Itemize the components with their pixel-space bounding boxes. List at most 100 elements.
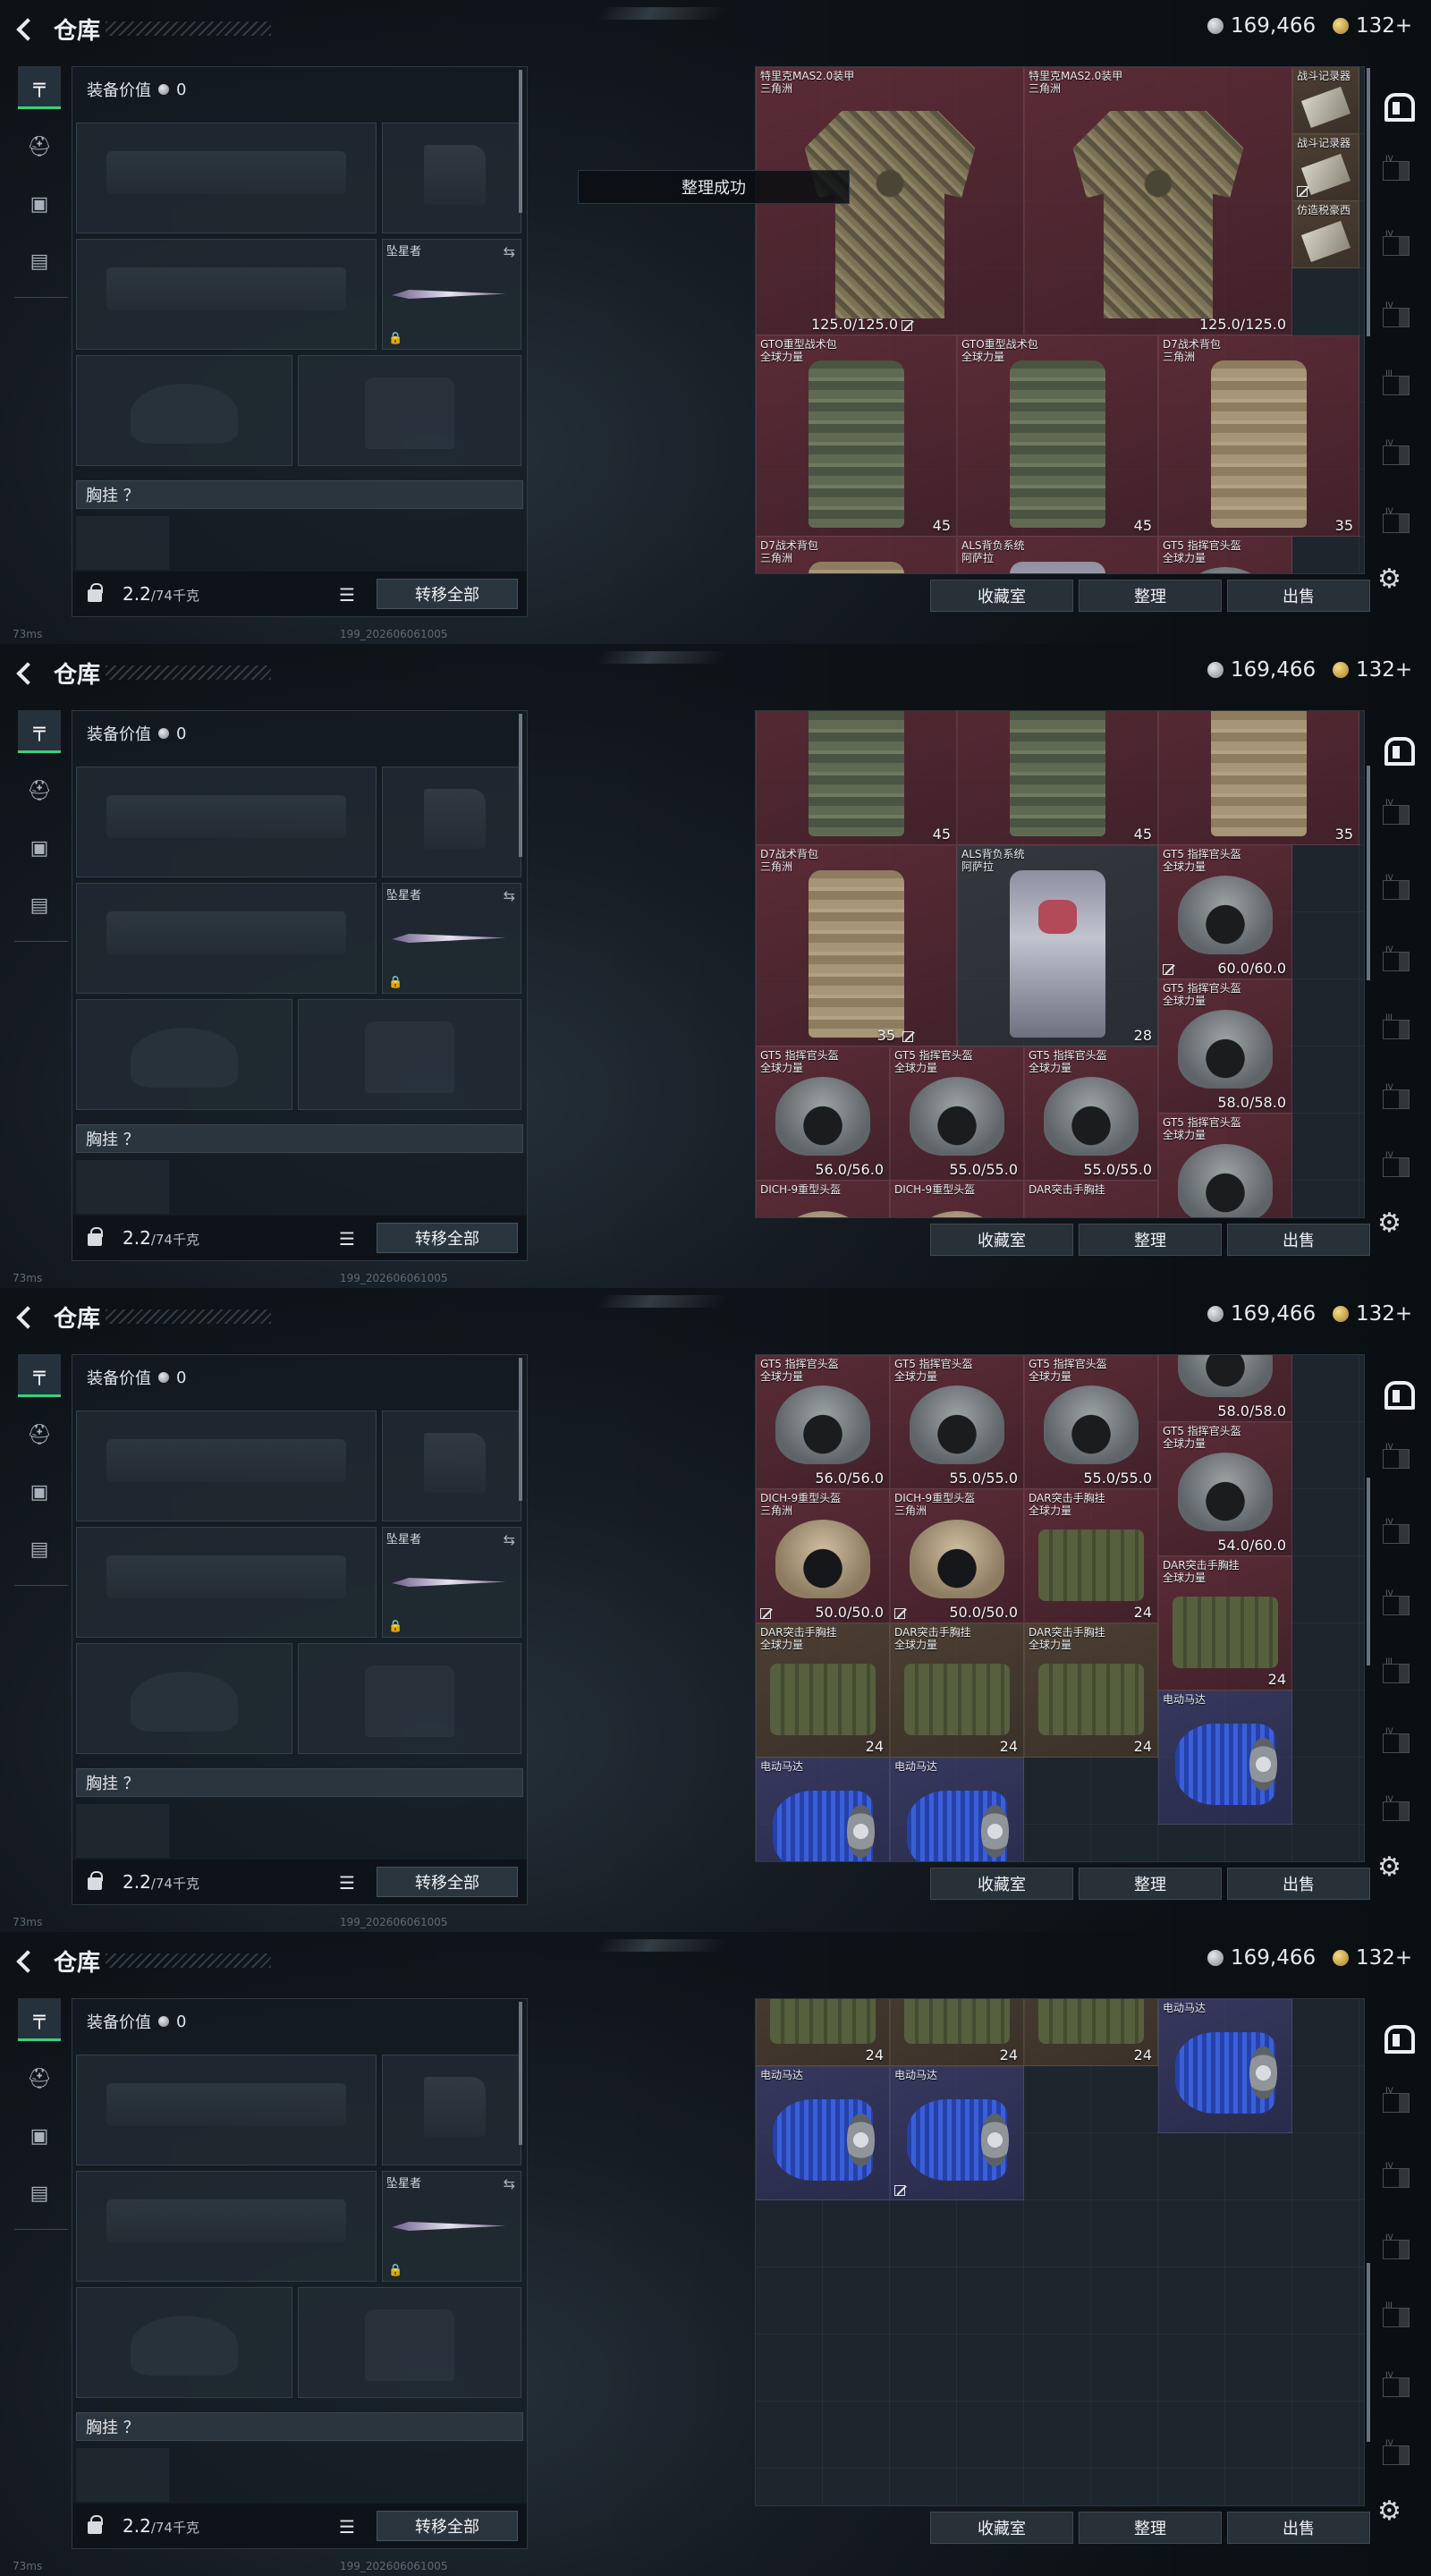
stash-item-backpack[interactable]: 45 [756, 711, 957, 845]
swap-icon[interactable]: ⇆ [504, 887, 515, 904]
cabinet-icon[interactable]: IV [1383, 1518, 1410, 1544]
currency-silver[interactable]: 169,466 [1207, 1302, 1316, 1326]
weapon-tab-icon[interactable]: ╤ [18, 1998, 61, 2041]
stash-item-chest-rig[interactable]: 24 [756, 1999, 890, 2066]
sell-button[interactable]: 出售 [1227, 2512, 1370, 2544]
stash-item-helmet[interactable]: GT5 指挥官头盔 全球力量 56.0/56.0 [756, 1046, 890, 1181]
stash-item-chest-rig[interactable]: DAR突击手胸挂 [1024, 1181, 1158, 1217]
organize-button[interactable]: 整理 [1079, 580, 1222, 612]
pistol-slot[interactable] [382, 1411, 521, 1521]
helmet-tab-icon[interactable]: ⛑ [18, 125, 61, 168]
briefcase-tab-icon[interactable]: ▤ [18, 2172, 61, 2215]
melee-slot[interactable]: 坠星者 ⇆ 🔒 [382, 2171, 521, 2282]
helmet-tab-icon[interactable]: ⛑ [18, 1413, 61, 1456]
stash-item-helmet[interactable]: GT5 指挥官头盔 全球力量 [1158, 537, 1292, 573]
primary-weapon-slot[interactable] [76, 2055, 377, 2165]
cabinet-icon[interactable]: IV [1383, 2233, 1410, 2259]
list-icon[interactable]: ☰ [339, 1872, 355, 1894]
briefcase-tab-icon[interactable]: ▤ [18, 884, 61, 927]
list-icon[interactable]: ☰ [339, 584, 355, 606]
clipboard-tab-icon[interactable]: ▣ [18, 2114, 61, 2157]
equipment-scrollbar[interactable] [519, 70, 522, 213]
chest-rig-slot[interactable] [76, 1160, 169, 1214]
cabinet-icon[interactable]: IV [1383, 1795, 1410, 1821]
cabinet-icon[interactable]: IV [1383, 230, 1410, 256]
chest-rig-slot[interactable] [76, 2448, 169, 2502]
stash-item-helmet[interactable]: GT5 指挥官头盔 全球力量 [1158, 1114, 1292, 1217]
stash-item-backpack[interactable]: GTO重型战术包 全球力量 45 [756, 335, 957, 537]
stash-item-helmet[interactable]: GT5 指挥官头盔 全球力量 56.0/56.0 [756, 1355, 890, 1489]
stash-item-backpack[interactable]: 45 [957, 711, 1158, 845]
stash-home-icon[interactable] [1379, 732, 1415, 766]
weapon-tab-icon[interactable]: ╤ [18, 710, 61, 753]
stash-item-motor[interactable]: 电动马达 [890, 2066, 1024, 2200]
stash-item-helmet[interactable]: DICH-9重型头盔 三角洲 50.0/50.0 [756, 1489, 890, 1623]
stash-item-motor[interactable]: 电动马达 [1158, 1999, 1292, 2133]
stash-item-chest-rig[interactable]: DAR突击手胸挂 全球力量 24 [890, 1623, 1024, 1758]
pistol-slot[interactable] [382, 767, 521, 877]
back-arrow-icon[interactable] [14, 660, 38, 685]
cabinet-icon[interactable]: III [1383, 369, 1410, 395]
backpack-icon[interactable] [85, 1870, 105, 1892]
transfer-all-button[interactable]: 转移全部 [377, 1867, 518, 1897]
cabinet-icon[interactable]: IV [1383, 1151, 1410, 1177]
armor-slot[interactable] [298, 355, 521, 466]
settings-gear-icon[interactable]: ⚙ [1377, 1852, 1401, 1883]
stash-item-helmet[interactable]: GT5 指挥官头盔 全球力量 58.0/58.0 [1158, 979, 1292, 1114]
stash-scrollbar[interactable] [1367, 2263, 1370, 2442]
organize-button[interactable]: 整理 [1079, 2512, 1222, 2544]
equipment-scrollbar[interactable] [519, 1358, 522, 1501]
helmet-slot[interactable] [76, 999, 292, 1110]
stash-item-backpack[interactable]: D7战术背包 三角洲 [756, 537, 957, 573]
cabinet-icon[interactable]: IV [1383, 799, 1410, 825]
stash-item-backpack[interactable]: D7战术背包 三角洲 35 [1158, 335, 1359, 537]
currency-silver[interactable]: 169,466 [1207, 14, 1316, 38]
chest-rig-header[interactable]: 胸挂 ？ [76, 2412, 523, 2441]
cabinet-icon[interactable]: IV [1383, 155, 1410, 181]
backpack-icon[interactable] [85, 2514, 105, 2536]
organize-button[interactable]: 整理 [1079, 1868, 1222, 1900]
currency-gold[interactable]: 132+ [1333, 658, 1412, 682]
stash-item-chest-rig[interactable]: DAR突击手胸挂 全球力量 24 [1158, 1556, 1292, 1690]
cabinet-icon[interactable]: IV [1383, 439, 1410, 465]
transfer-all-button[interactable]: 转移全部 [377, 2511, 518, 2541]
stash-item-backpack[interactable]: ALS背负系统 阿萨拉 28 [957, 845, 1158, 1046]
primary-weapon-slot[interactable] [76, 123, 377, 233]
pistol-slot[interactable] [382, 2055, 521, 2165]
stash-item-recorder[interactable]: 战斗记录器 [1292, 67, 1359, 134]
transfer-all-button[interactable]: 转移全部 [377, 579, 518, 609]
chest-rig-header[interactable]: 胸挂 ？ [76, 1124, 523, 1153]
cabinet-icon[interactable]: IV [1383, 1443, 1410, 1469]
stash-item-helmet[interactable]: GT5 指挥官头盔 全球力量 60.0/60.0 [1158, 845, 1292, 979]
currency-gold[interactable]: 132+ [1333, 1946, 1412, 1970]
helmet-slot[interactable] [76, 355, 292, 466]
clipboard-tab-icon[interactable]: ▣ [18, 826, 61, 869]
stash-item-recorder[interactable]: 战斗记录器 [1292, 134, 1359, 201]
weapon-tab-icon[interactable]: ╤ [18, 66, 61, 109]
primary-weapon-slot[interactable] [76, 1411, 377, 1521]
briefcase-tab-icon[interactable]: ▤ [18, 1528, 61, 1571]
stash-item-helmet[interactable]: GT5 指挥官头盔 全球力量 55.0/55.0 [890, 1355, 1024, 1489]
armor-slot[interactable] [298, 1643, 521, 1754]
sell-button[interactable]: 出售 [1227, 1868, 1370, 1900]
helmet-tab-icon[interactable]: ⛑ [18, 769, 61, 812]
stash-home-icon[interactable] [1379, 88, 1415, 122]
stash-item-helmet[interactable]: DICH-9重型头盔 三角洲 50.0/50.0 [890, 1489, 1024, 1623]
weapon-tab-icon[interactable]: ╤ [18, 1354, 61, 1397]
clipboard-tab-icon[interactable]: ▣ [18, 1470, 61, 1513]
stash-item-chest-rig[interactable]: 24 [1024, 1999, 1158, 2066]
back-arrow-icon[interactable] [14, 1948, 38, 1973]
helmet-slot[interactable] [76, 1643, 292, 1754]
equipment-scrollbar[interactable] [519, 2002, 522, 2145]
list-icon[interactable]: ☰ [339, 1228, 355, 1250]
swap-icon[interactable]: ⇆ [504, 2175, 515, 2192]
melee-slot[interactable]: 坠星者 ⇆ 🔒 [382, 1527, 521, 1638]
stash-item-backpack[interactable]: GTO重型战术包 全球力量 45 [957, 335, 1158, 537]
stash-item-chest-rig[interactable]: DAR突击手胸挂 全球力量 24 [1024, 1623, 1158, 1758]
list-icon[interactable]: ☰ [339, 2516, 355, 2538]
stash-home-icon[interactable] [1379, 1376, 1415, 1410]
organize-button[interactable]: 整理 [1079, 1224, 1222, 1256]
currency-silver[interactable]: 169,466 [1207, 658, 1316, 682]
stash-item-helmet[interactable]: GT5 指挥官头盔 全球力量 55.0/55.0 [890, 1046, 1024, 1181]
chest-rig-slot[interactable] [76, 1804, 169, 1858]
